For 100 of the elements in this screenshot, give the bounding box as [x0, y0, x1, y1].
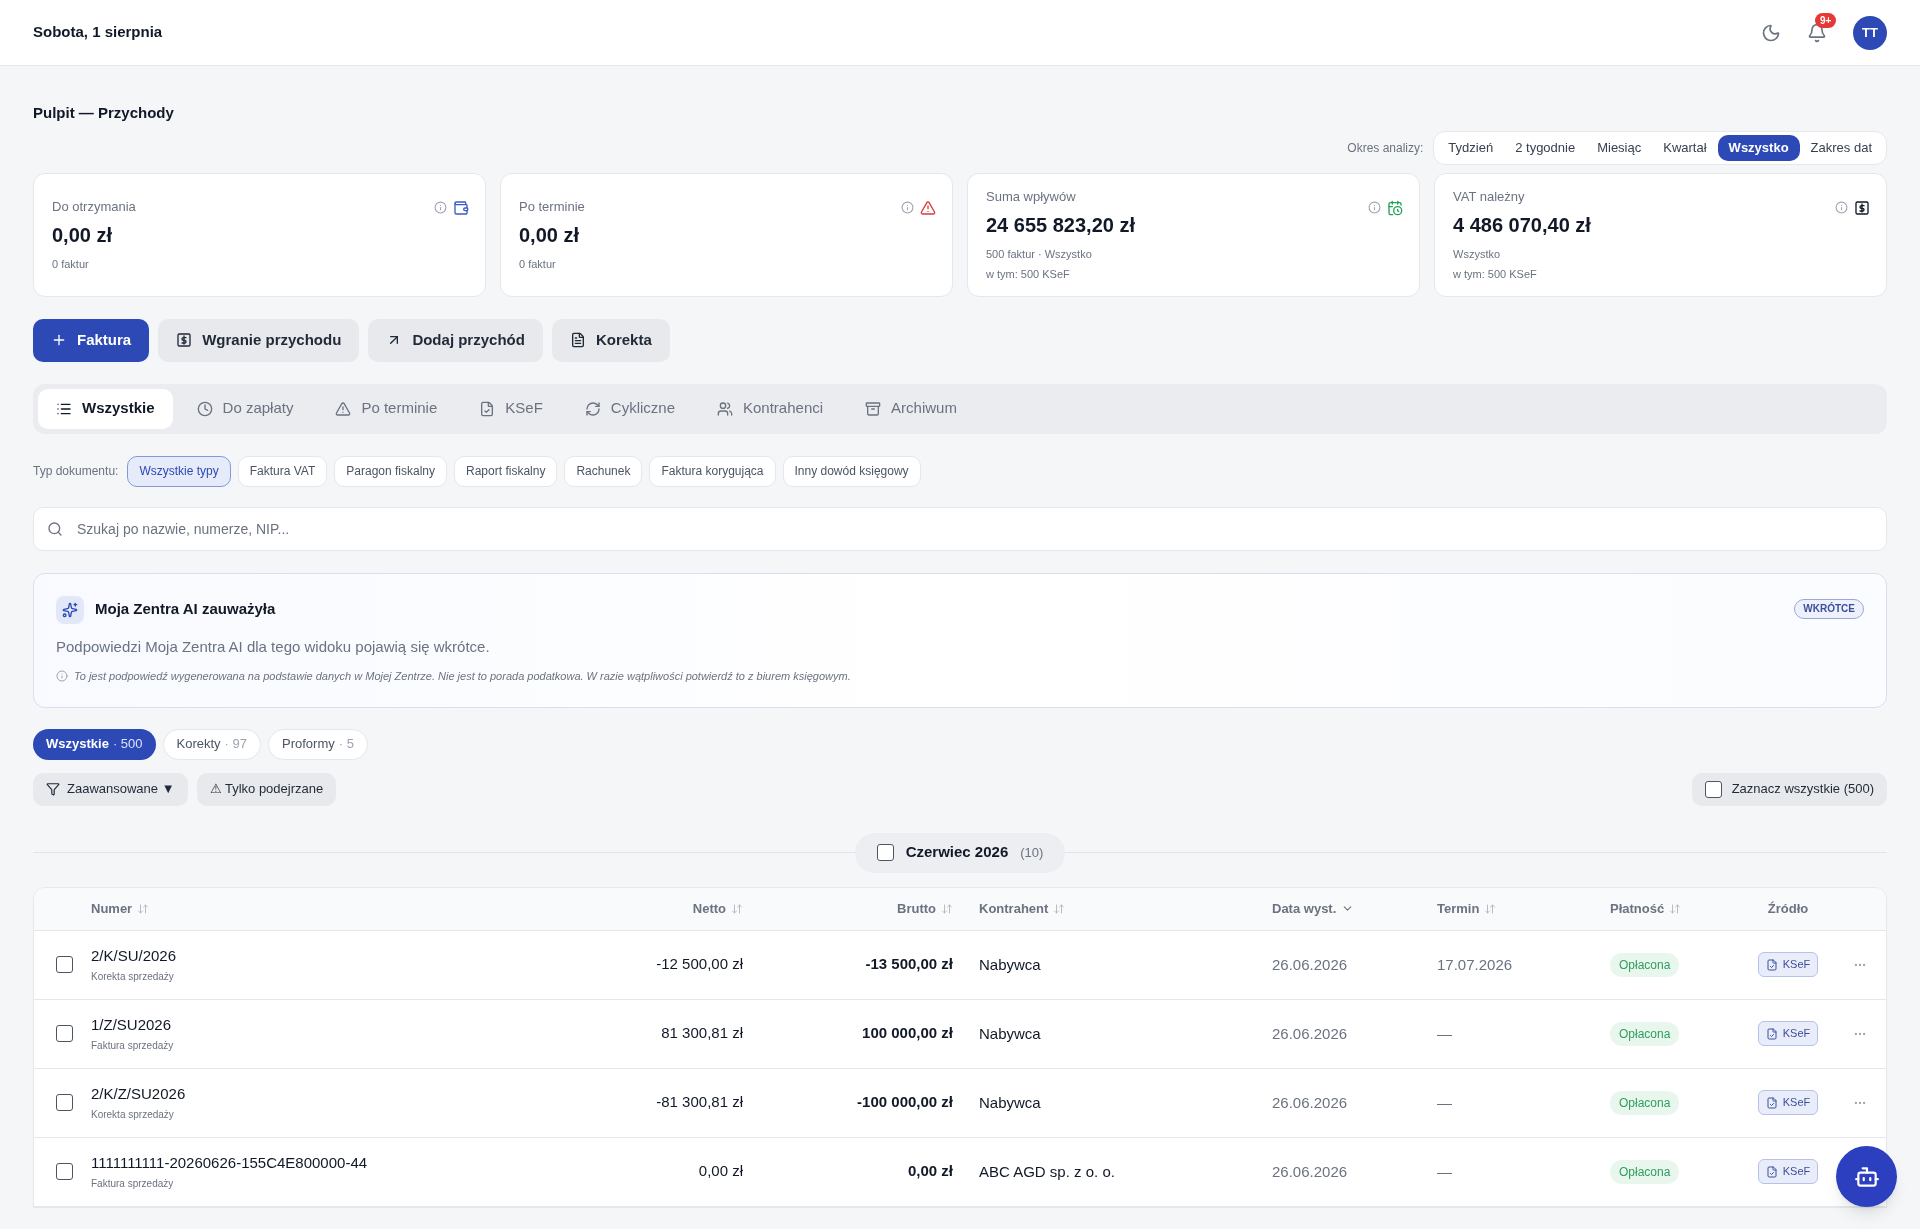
month-group-header[interactable]: Czerwiec 2026 (10) [854, 832, 1066, 873]
issue-date: 26.06.2026 [1272, 1162, 1348, 1180]
file-check-icon [479, 400, 496, 417]
document-type-chip[interactable]: Faktura korygująca [649, 455, 776, 487]
sort-icon[interactable] [1669, 902, 1682, 915]
clock-icon [196, 400, 213, 417]
status-chip[interactable]: Proformy · 5 [268, 728, 368, 760]
tab[interactable]: Do zapłaty [178, 388, 312, 429]
card-note: 0 faktur [519, 257, 557, 272]
column-header[interactable]: Płatność [1610, 898, 1665, 919]
invoice-type: Korekta sprzedaży [91, 970, 175, 985]
card-value: 4 486 070,40 zł [1453, 213, 1592, 239]
filter-button[interactable]: ⚠ Tylko podejrzane [196, 772, 337, 806]
invoice-number[interactable]: 2/K/SU/2026 [91, 944, 554, 968]
action-button[interactable]: Faktura [33, 318, 150, 362]
card-label: VAT należny [1453, 187, 1525, 206]
info-icon[interactable] [1835, 201, 1848, 214]
checkbox[interactable] [1704, 780, 1722, 798]
info-icon[interactable] [901, 201, 914, 214]
column-header[interactable]: Termin [1437, 898, 1480, 919]
column-header[interactable]: Kontrahent [979, 898, 1049, 919]
card-note: 0 faktur [52, 257, 90, 272]
card-label: Do otrzymania [52, 197, 136, 216]
notifications-icon[interactable] [1807, 22, 1827, 43]
document-type-chip[interactable]: Raport fiskalny [454, 455, 558, 487]
info-icon[interactable] [434, 201, 447, 214]
wallet-icon [453, 199, 469, 216]
invoice-type: Faktura sprzedaży [91, 1039, 175, 1054]
ai-panel-title: Moja Zentra AI zauważyła [95, 599, 276, 620]
period-option[interactable]: Zakres dat [1799, 134, 1883, 161]
dark-mode-icon[interactable] [1761, 22, 1781, 43]
tab[interactable]: Cykliczne [566, 388, 693, 429]
column-header[interactable]: Numer [91, 898, 133, 919]
month-count: (10) [1020, 843, 1044, 862]
net-amount: 0,00 zł [698, 1161, 743, 1182]
document-type-chip[interactable]: Inny dowód księgowy [782, 455, 921, 487]
checkbox[interactable] [876, 844, 894, 861]
period-option[interactable]: Tydzień [1437, 134, 1505, 161]
refresh-icon [584, 400, 601, 417]
sparkles-icon [56, 595, 84, 624]
card-note: w tym: 500 KSeF [986, 266, 1071, 282]
period-option[interactable]: Kwartał [1652, 134, 1718, 161]
payment-status: Opłacona [1610, 1022, 1680, 1046]
checkbox[interactable] [56, 956, 73, 973]
document-icon [569, 332, 586, 348]
card-value: 0,00 zł [52, 223, 114, 248]
search-icon [47, 520, 63, 537]
document-type-chip[interactable]: Paragon fiskalny [334, 455, 448, 487]
document-type-chip[interactable]: Rachunek [564, 455, 643, 487]
tab[interactable]: Kontrahenci [699, 388, 842, 429]
dollar-icon [176, 332, 193, 348]
archive-icon [865, 400, 882, 417]
tab[interactable]: KSeF [461, 388, 561, 429]
select-all-button[interactable]: Zaznacz wszystkie (500) [1691, 772, 1887, 806]
invoice-number[interactable]: 2/K/Z/SU2026 [91, 1082, 554, 1106]
tab[interactable]: Archiwum [847, 388, 975, 429]
sort-icon[interactable] [1484, 902, 1497, 915]
month-label: Czerwiec 2026 [905, 842, 1009, 863]
status-chip[interactable]: Wszystkie · 500 [33, 728, 156, 760]
period-option[interactable]: 2 tygodnie [1504, 134, 1587, 161]
source-badge: KSeF [1757, 1021, 1819, 1046]
checkbox[interactable] [56, 1163, 73, 1180]
search-field[interactable]: Szukaj po nazwie, numerze, NIP... [33, 506, 1887, 551]
checkbox[interactable] [56, 1094, 73, 1111]
invoice-number[interactable]: 1/Z/SU2026 [91, 1013, 554, 1037]
contractor-name: Nabywca [979, 955, 1041, 973]
sort-icon[interactable] [731, 902, 743, 915]
issue-date: 26.06.2026 [1272, 955, 1348, 973]
column-header[interactable]: Brutto [897, 898, 936, 919]
gross-amount: 100 000,00 zł [862, 1023, 953, 1044]
checkbox[interactable] [56, 1025, 73, 1042]
sort-icon[interactable] [137, 902, 150, 915]
document-type-chip[interactable]: Faktura VAT [237, 455, 328, 487]
user-avatar[interactable]: TT [1853, 15, 1887, 50]
action-button[interactable]: Dodaj przychód [368, 318, 543, 362]
column-header[interactable]: Źródło [1767, 898, 1809, 919]
soon-badge: WKRÓTCE [1794, 598, 1864, 619]
filter-button[interactable]: Zaawansowane ▼ [33, 772, 188, 806]
column-header[interactable]: Data wyst. [1272, 898, 1337, 919]
invoice-number[interactable]: 1111111111-20260626-155C4E800000-44 [91, 1151, 554, 1175]
invoice-type: Faktura sprzedaży [91, 1177, 175, 1192]
notification-badge: 9+ [1815, 12, 1837, 28]
tab[interactable]: Wszystkie [38, 388, 173, 429]
document-type-chip[interactable]: Wszystkie typy [127, 455, 231, 487]
column-header[interactable]: Netto [692, 898, 726, 919]
period-option[interactable]: Wszystko [1717, 134, 1800, 161]
action-button[interactable]: Korekta [551, 318, 670, 362]
card-note: Wszystko [1453, 247, 1502, 263]
card-note: w tym: 500 KSeF [1453, 266, 1538, 282]
action-button[interactable]: Wgranie przychodu [158, 318, 360, 362]
period-option[interactable]: Miesiąc [1586, 134, 1653, 161]
tab[interactable]: Po terminie [317, 388, 456, 429]
info-icon[interactable] [1368, 201, 1381, 214]
gross-amount: 0,00 zł [907, 1161, 953, 1182]
status-chip[interactable]: Korekty · 97 [162, 728, 261, 760]
sort-icon[interactable] [941, 902, 953, 915]
sort-icon[interactable] [1053, 902, 1066, 915]
payment-status: Opłacona [1610, 953, 1680, 977]
card-value: 24 655 823,20 zł [986, 213, 1136, 239]
period-label: Okres analizy: [1347, 139, 1424, 157]
